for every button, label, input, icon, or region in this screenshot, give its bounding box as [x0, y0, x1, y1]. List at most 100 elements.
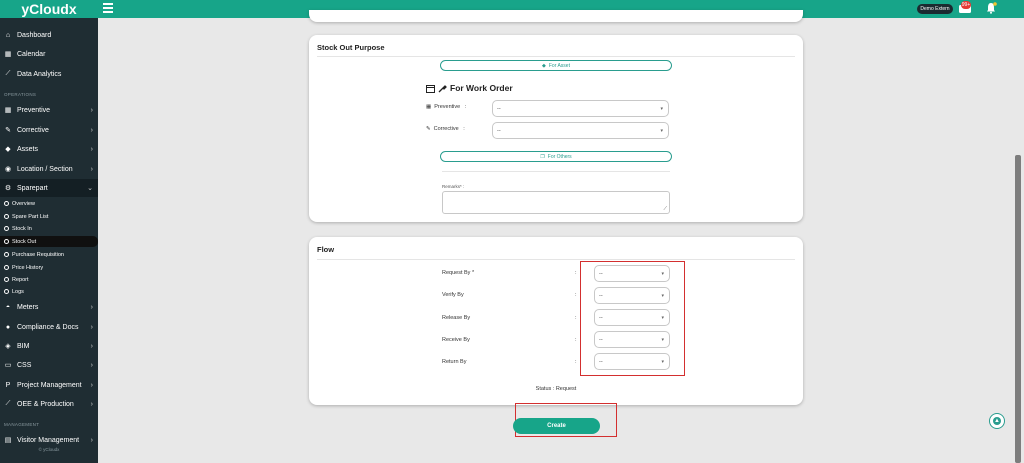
flow-card: Flow Request By * : -- ▾ Verify By : -- ▾ … [309, 237, 803, 405]
verify-by-label: Verify By [442, 292, 464, 298]
divider [317, 259, 795, 260]
sidebar-item-calendar[interactable]: ▦ Calendar [0, 46, 98, 62]
sidebar-item-bim[interactable]: ◈ BIM › [0, 338, 98, 354]
colon: : [575, 270, 577, 276]
sidebar-subitem-label: Price History [12, 264, 44, 271]
copy-icon: ❐ [540, 153, 545, 160]
chevron-right-icon: › [90, 436, 93, 444]
sidebar-item-oee-production[interactable]: ⟋ OEE & Production › [0, 396, 98, 412]
sidebar-subitem-label: Stock Out [12, 238, 37, 245]
divider [317, 56, 795, 57]
brand-logo[interactable]: yCloudx [0, 0, 98, 18]
chart-icon: ⟋ [5, 70, 11, 77]
project-icon: P [5, 381, 11, 389]
scrollbar-thumb[interactable] [1015, 155, 1021, 463]
sidebar-item-label: Sparepart [17, 184, 48, 192]
sidebar-subitem-logs[interactable]: Logs [0, 286, 98, 297]
sidebar-subitem-label: Stock In [12, 225, 32, 232]
preventive-select[interactable]: -- ▾ [492, 100, 669, 117]
preventive-select-value: -- [497, 105, 501, 112]
home-icon: ⌂ [5, 31, 11, 39]
receive-by-label: Receive By [442, 337, 470, 343]
calendar-icon: ▦ [426, 104, 432, 110]
bell-icon[interactable] [985, 2, 997, 14]
release-by-label: Release By [442, 315, 471, 321]
sidebar-subitem-purchase-requisition[interactable]: Purchase Requisition [0, 249, 98, 260]
sidebar-item-label: Dashboard [17, 31, 52, 39]
chevron-right-icon: › [90, 145, 93, 153]
scroll-to-top-button[interactable]: ▲ [989, 413, 1005, 429]
sidebar-subitem-stock-in[interactable]: Stock In [0, 223, 98, 234]
sidebar-item-label: Location / Section [17, 165, 73, 173]
sidebar-item-location-section[interactable]: ◉ Location / Section › [0, 161, 98, 177]
sidebar-item-data-analytics[interactable]: ⟋ Data Analytics [0, 66, 98, 82]
calendar-icon [426, 84, 435, 93]
sidebar-item-assets[interactable]: ◆ Assets › [0, 141, 98, 157]
colon: : [575, 359, 577, 365]
circle-icon [4, 239, 9, 244]
wrench-icon: ✎ [426, 126, 431, 132]
user-menu[interactable]: Demo Extern [917, 4, 953, 14]
sidebar-subitem-overview[interactable]: Overview [0, 198, 98, 209]
status-text: Status : Request [535, 386, 577, 392]
for-asset-label: For Asset [548, 62, 570, 69]
wrench-icon [438, 84, 447, 92]
sidebar-item-label: Meters [17, 303, 39, 311]
wrench-icon: ✎ [5, 127, 11, 134]
sidebar-item-project-management[interactable]: P Project Management › [0, 377, 98, 393]
circle-icon [4, 214, 9, 219]
sidebar-item-label: BIM [17, 342, 30, 350]
menu-toggle-icon[interactable] [103, 3, 113, 13]
sidebar-item-css[interactable]: ▭ CSS › [0, 357, 98, 373]
for-others-label: For Others [547, 153, 572, 160]
sidebar-subitem-label: Overview [12, 200, 35, 207]
caret-down-icon: ▾ [660, 105, 663, 112]
remarks-textarea[interactable]: ⟋ [442, 191, 670, 214]
circle-icon [4, 265, 9, 270]
sidebar-item-preventive[interactable]: ▦ Preventive › [0, 102, 98, 118]
sidebar-subitem-label: Logs [12, 288, 24, 295]
circle-icon [4, 201, 9, 206]
sidebar-item-label: CSS [17, 361, 32, 369]
corrective-select[interactable]: -- ▾ [492, 122, 669, 139]
chevron-right-icon: › [90, 400, 93, 408]
sidebar-subitem-stock-out[interactable]: Stock Out [0, 236, 98, 247]
sidebar-item-meters[interactable]: ◓ Meters › [0, 299, 98, 315]
chevron-right-icon: › [90, 361, 93, 369]
sidebar-subitem-label: Report [12, 276, 29, 283]
sidebar-subitem-spare-part-list[interactable]: Spare Part List [0, 211, 98, 222]
sidebar-subitem-report[interactable]: Report [0, 274, 98, 285]
sidebar-item-sparepart[interactable]: ⚙ Sparepart ⌄ [0, 179, 98, 197]
sidebar-item-dashboard[interactable]: ⌂ Dashboard [0, 27, 98, 43]
sidebar-subitem-label: Spare Part List [12, 213, 49, 220]
sidebar-subitem-label: Purchase Requisition [12, 251, 64, 258]
sidebar-item-compliance-docs[interactable]: ● Compliance & Docs › [0, 319, 98, 335]
sidebar-subitem-price-history[interactable]: Price History [0, 262, 98, 273]
request-by-label: Request By * [442, 270, 475, 276]
colon: : [575, 315, 577, 321]
corrective-text: Corrective [433, 126, 459, 132]
chevron-right-icon: › [90, 126, 93, 134]
for-asset-button[interactable]: ◆ For Asset [440, 60, 672, 71]
compliance-icon: ● [5, 323, 11, 331]
chevron-down-icon: ⌄ [87, 185, 93, 192]
sidebar-item-visitor-management[interactable]: ▤ Visitor Management › [0, 432, 98, 448]
sidebar-item-corrective[interactable]: ✎ Corrective › [0, 122, 98, 138]
circle-icon [4, 289, 9, 294]
work-order-title: For Work Order [426, 83, 513, 93]
tag-icon: ◆ [542, 62, 546, 69]
work-order-label: For Work Order [450, 83, 513, 93]
circle-icon [4, 277, 9, 282]
sidebar-item-label: OEE & Production [17, 400, 74, 408]
arrow-up-icon: ▲ [994, 418, 1000, 424]
preventive-label: ▦ Preventive : [426, 104, 467, 110]
colon: : [575, 337, 577, 343]
section-operations: OPERATIONS [4, 92, 37, 97]
for-others-button[interactable]: ❐ For Others [440, 151, 672, 162]
divider [442, 171, 670, 172]
create-button[interactable]: Create [513, 418, 600, 434]
chevron-right-icon: › [90, 106, 93, 114]
sidebar-item-label: Project Management [17, 381, 82, 389]
bim-icon: ◈ [5, 343, 11, 350]
highlight-box-flow-selects [580, 261, 685, 376]
